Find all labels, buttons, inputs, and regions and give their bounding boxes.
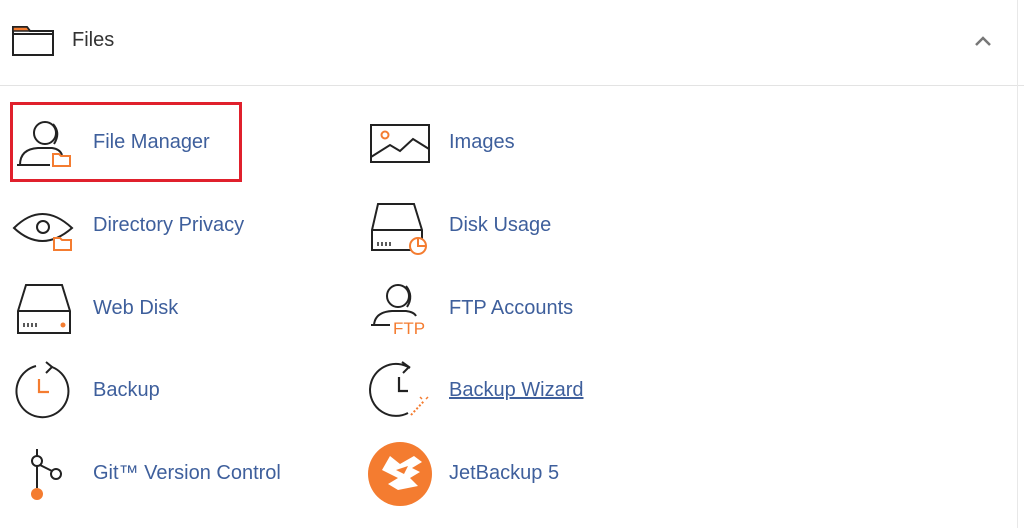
ftp-accounts-link[interactable]: FTP FTP Accounts xyxy=(368,279,588,339)
item-label: Directory Privacy xyxy=(93,214,245,236)
item-label: Backup Wizard xyxy=(449,379,584,401)
section-title: Files xyxy=(72,29,115,51)
item-label: Disk Usage xyxy=(449,214,552,236)
web-disk-link[interactable]: Web Disk xyxy=(12,279,202,339)
directory-privacy-link[interactable]: Directory Privacy xyxy=(12,196,272,256)
disk-usage-icon xyxy=(371,203,427,255)
file-manager-link[interactable]: File Manager xyxy=(12,113,237,173)
git-version-control-link[interactable]: Git™ Version Control xyxy=(12,444,292,504)
chevron-up-icon[interactable] xyxy=(972,34,994,48)
jetbackup-icon xyxy=(368,442,432,506)
item-label: File Manager xyxy=(93,131,210,153)
backup-wizard-link[interactable]: Backup Wizard xyxy=(368,361,593,421)
web-disk-icon xyxy=(17,284,71,334)
backup-link[interactable]: Backup xyxy=(12,361,182,421)
item-label: JetBackup 5 xyxy=(449,462,560,484)
folder-icon xyxy=(12,26,54,56)
jetbackup-link[interactable]: JetBackup 5 xyxy=(368,440,568,508)
git-icon xyxy=(31,449,62,500)
item-label: Images xyxy=(449,131,515,153)
item-label: Web Disk xyxy=(93,297,179,319)
ftp-accounts-icon: FTP xyxy=(371,284,425,338)
file-manager-icon xyxy=(17,121,71,167)
panel-border xyxy=(1017,0,1018,528)
images-link[interactable]: Images xyxy=(368,113,588,173)
svg-text:FTP: FTP xyxy=(393,319,425,338)
disk-usage-link[interactable]: Disk Usage xyxy=(368,196,568,256)
directory-privacy-icon xyxy=(12,213,74,251)
item-label: Backup xyxy=(93,379,160,401)
files-section-header[interactable]: Files xyxy=(0,0,1024,86)
image-icon xyxy=(370,124,430,163)
item-label: FTP Accounts xyxy=(449,297,574,319)
backup-icon xyxy=(15,361,70,419)
item-label: Git™ Version Control xyxy=(93,462,281,484)
backup-wizard-icon xyxy=(369,361,429,417)
